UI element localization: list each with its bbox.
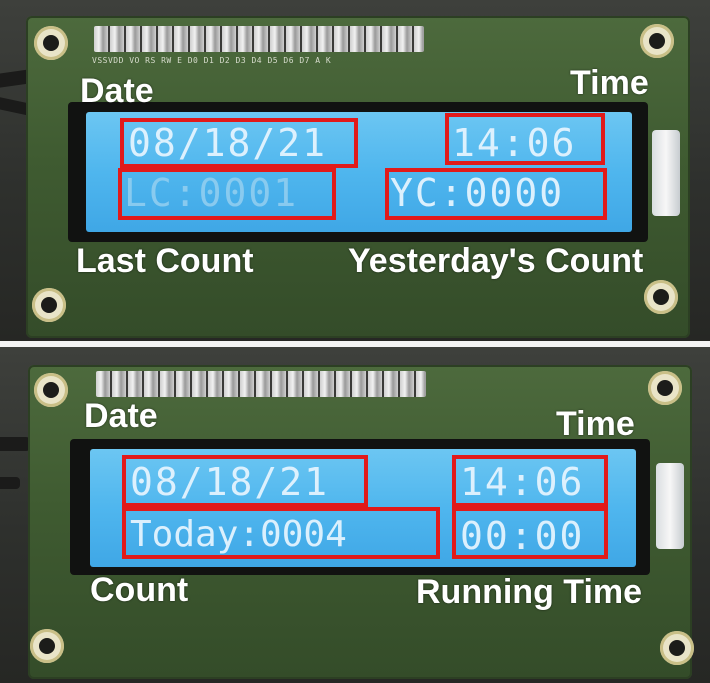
highlight-time	[452, 455, 608, 507]
highlight-running-time	[452, 507, 608, 559]
label-running-time: Running Time	[416, 573, 643, 611]
label-yesterday-count: Yesterday's Count	[348, 242, 644, 280]
cable	[0, 477, 20, 489]
cable	[0, 437, 30, 451]
backlight-side	[652, 130, 680, 216]
label-date: Date	[84, 397, 158, 435]
label-count: Count	[90, 571, 189, 609]
highlight-date	[120, 118, 358, 168]
mounting-hole-icon	[34, 373, 68, 407]
mounting-hole-icon	[648, 371, 682, 405]
mounting-hole-icon	[30, 629, 64, 663]
pin-header	[96, 371, 426, 397]
label-date: Date	[80, 72, 154, 110]
highlight-time	[445, 113, 605, 165]
bottom-lcd-photo: 08/18/21 14:06 Today:0004 00:00 Date Tim…	[0, 347, 710, 683]
label-time: Time	[556, 405, 635, 443]
pin-labels: VSSVDD VO RS RW E D0 D1 D2 D3 D4 D5 D6 D…	[92, 56, 332, 65]
mounting-hole-icon	[640, 24, 674, 58]
highlight-date	[122, 455, 368, 507]
top-lcd-photo: VSSVDD VO RS RW E D0 D1 D2 D3 D4 D5 D6 D…	[0, 0, 710, 341]
backlight-side	[656, 463, 684, 549]
pin-header	[94, 26, 424, 52]
mounting-hole-icon	[644, 280, 678, 314]
label-time: Time	[570, 64, 649, 102]
label-last-count: Last Count	[76, 242, 254, 280]
highlight-last-count	[118, 168, 336, 220]
highlight-yesterday-count	[385, 168, 607, 220]
highlight-count	[122, 507, 440, 559]
mounting-hole-icon	[34, 26, 68, 60]
mounting-hole-icon	[32, 288, 66, 322]
mounting-hole-icon	[660, 631, 694, 665]
